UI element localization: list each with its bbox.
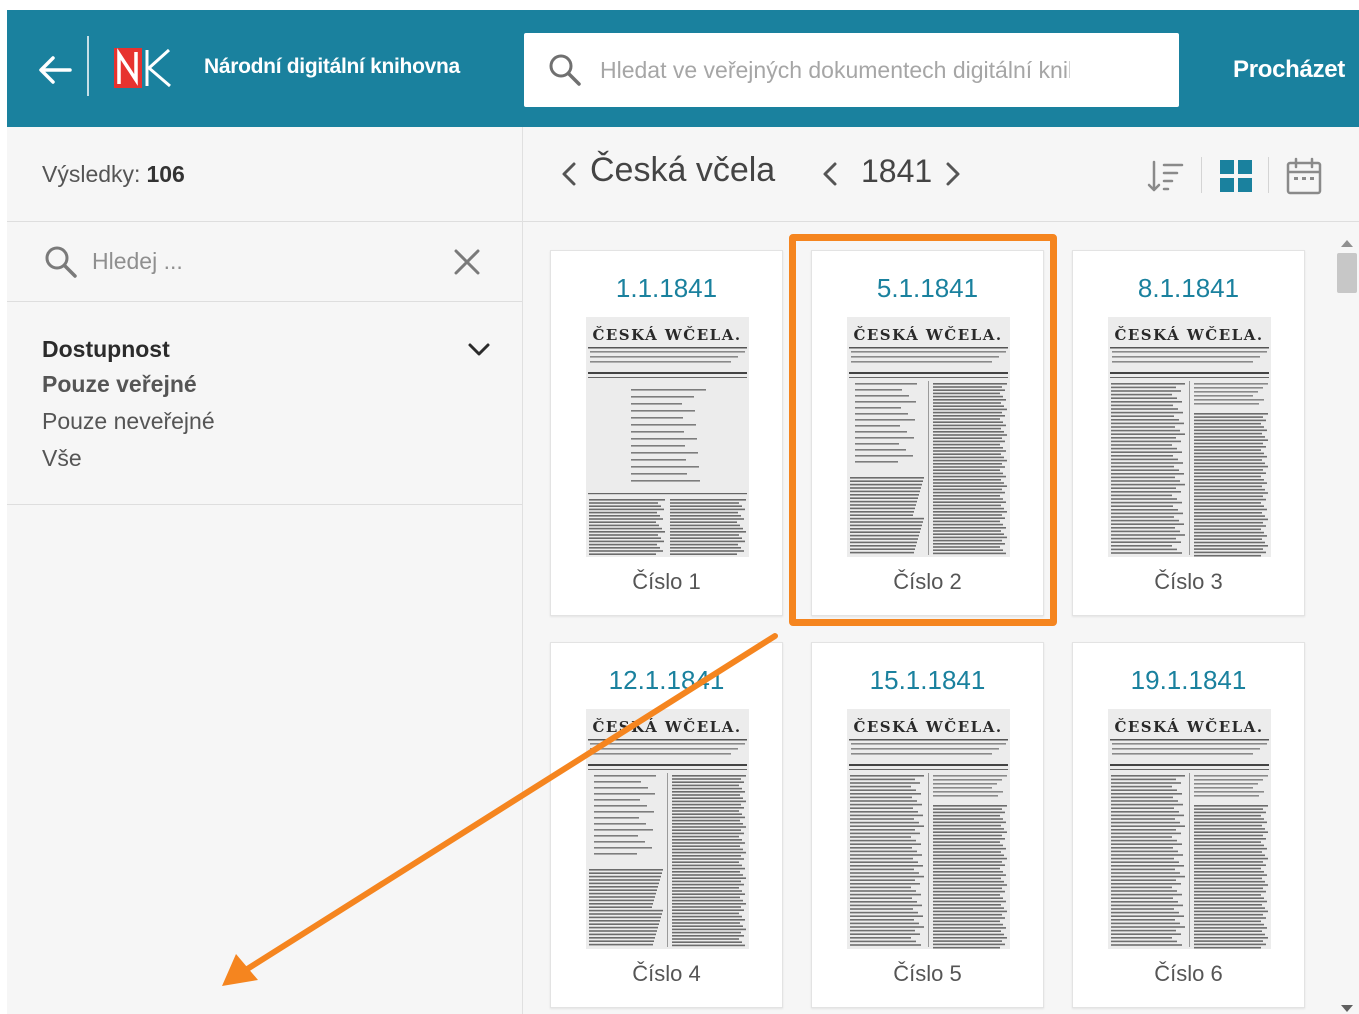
sort-icon[interactable] — [1147, 157, 1185, 195]
periodical-toolbar: Česká včela 1841 — [523, 127, 1359, 222]
newspaper-thumbnail: ČESKÁ WČELA. — [586, 317, 749, 557]
year-label: 1841 — [861, 153, 933, 189]
issue-card-6[interactable]: 19.1.1841 ČESKÁ WČELA. Číslo 6 — [1072, 642, 1305, 1008]
app-window: Národní digitální knihovna Procházet Výs… — [7, 10, 1359, 1014]
toolbar-divider — [1201, 157, 1202, 193]
issue-date: 12.1.1841 — [608, 665, 725, 695]
newspaper-thumbnail: ČESKÁ WČELA. — [586, 709, 749, 949]
nk-logo[interactable] — [114, 46, 172, 88]
scroll-down-icon[interactable] — [1341, 1004, 1353, 1014]
search-icon[interactable] — [548, 53, 582, 87]
close-icon[interactable] — [453, 248, 481, 276]
newspaper-thumbnail: ČESKÁ WČELA. — [1108, 317, 1271, 557]
chevron-left-icon[interactable] — [559, 159, 579, 189]
next-year-icon[interactable] — [943, 159, 963, 189]
browse-link[interactable]: Procházet — [1233, 56, 1345, 84]
issues-grid: 1.1.1841 ČESKÁ WČELA. Číslo 1 5.1.1841 Č… — [523, 223, 1359, 1014]
newspaper-thumbnail: ČESKÁ WČELA. — [847, 709, 1010, 949]
issue-number: Číslo 1 — [632, 569, 701, 594]
issue-number: Číslo 5 — [893, 961, 962, 986]
facet-option-private[interactable]: Pouze neveřejné — [42, 403, 487, 440]
search-icon — [44, 245, 78, 279]
scroll-thumb[interactable] — [1337, 253, 1357, 293]
issue-card-3[interactable]: 8.1.1841 ČESKÁ WČELA. Číslo 3 — [1072, 250, 1305, 616]
svg-text:ČESKÁ WČELA.: ČESKÁ WČELA. — [1114, 326, 1263, 344]
svg-text:ČESKÁ WČELA.: ČESKÁ WČELA. — [853, 326, 1002, 344]
main-content: Česká včela 1841 1.1.1841 ČESKÁ WČELA. Č… — [523, 127, 1359, 1014]
facet-availability: Dostupnost Pouze veřejné Pouze neveřejné… — [7, 302, 522, 505]
facet-option-public[interactable]: Pouze veřejné — [42, 366, 487, 403]
svg-text:ČESKÁ WČELA.: ČESKÁ WČELA. — [592, 718, 741, 736]
svg-text:ČESKÁ WČELA.: ČESKÁ WČELA. — [592, 326, 741, 344]
scrollbar[interactable] — [1334, 234, 1359, 1014]
brand-name[interactable]: Národní digitální knihovna — [204, 55, 460, 79]
facet-title[interactable]: Dostupnost — [42, 332, 487, 366]
newspaper-thumbnail: ČESKÁ WČELA. — [847, 317, 1010, 557]
scroll-up-icon[interactable] — [1341, 238, 1353, 248]
filter-search-input[interactable] — [92, 248, 422, 275]
sidebar: Výsledky: 106 Dostupnost Pouze veřejné P… — [7, 127, 523, 1014]
results-label: Výsledky: — [42, 160, 141, 187]
issue-card-1[interactable]: 1.1.1841 ČESKÁ WČELA. Číslo 1 — [550, 250, 783, 616]
chevron-down-icon[interactable] — [467, 338, 491, 362]
results-count: Výsledky: 106 — [7, 127, 522, 222]
issue-number: Číslo 4 — [632, 961, 701, 986]
periodical-title: Česká včela — [590, 151, 776, 189]
issue-number: Číslo 3 — [1154, 569, 1223, 594]
svg-text:ČESKÁ WČELA.: ČESKÁ WČELA. — [1114, 718, 1263, 736]
issue-date: 5.1.1841 — [876, 273, 979, 303]
global-search — [524, 33, 1179, 107]
issue-date: 15.1.1841 — [869, 665, 986, 695]
issue-number: Číslo 2 — [893, 569, 962, 594]
top-bar: Národní digitální knihovna Procházet — [7, 10, 1359, 127]
back-button[interactable] — [35, 50, 75, 90]
issue-number: Číslo 6 — [1154, 961, 1223, 986]
filter-search — [7, 222, 522, 302]
issue-card-4[interactable]: 12.1.1841 ČESKÁ WČELA. Číslo 4 — [550, 642, 783, 1008]
issue-card-5[interactable]: 15.1.1841 ČESKÁ WČELA. Číslo 5 — [811, 642, 1044, 1008]
global-search-input[interactable] — [600, 56, 1070, 84]
issue-date: 19.1.1841 — [1130, 665, 1247, 695]
facet-option-all[interactable]: Vše — [42, 440, 487, 477]
issue-date: 8.1.1841 — [1137, 273, 1240, 303]
issue-card-2[interactable]: 5.1.1841 ČESKÁ WČELA. Číslo 2 — [811, 250, 1044, 616]
toolbar-divider — [1268, 157, 1269, 193]
results-number: 106 — [146, 160, 185, 187]
previous-year-icon[interactable] — [820, 159, 840, 189]
calendar-icon[interactable] — [1286, 157, 1322, 195]
arrow-left-icon — [39, 56, 72, 84]
svg-text:ČESKÁ WČELA.: ČESKÁ WČELA. — [853, 718, 1002, 736]
grid-view-icon[interactable] — [1219, 159, 1253, 193]
nk-logo-icon — [114, 48, 171, 88]
issue-date: 1.1.1841 — [615, 273, 718, 303]
header-divider — [87, 36, 89, 96]
newspaper-thumbnail: ČESKÁ WČELA. — [1108, 709, 1271, 949]
